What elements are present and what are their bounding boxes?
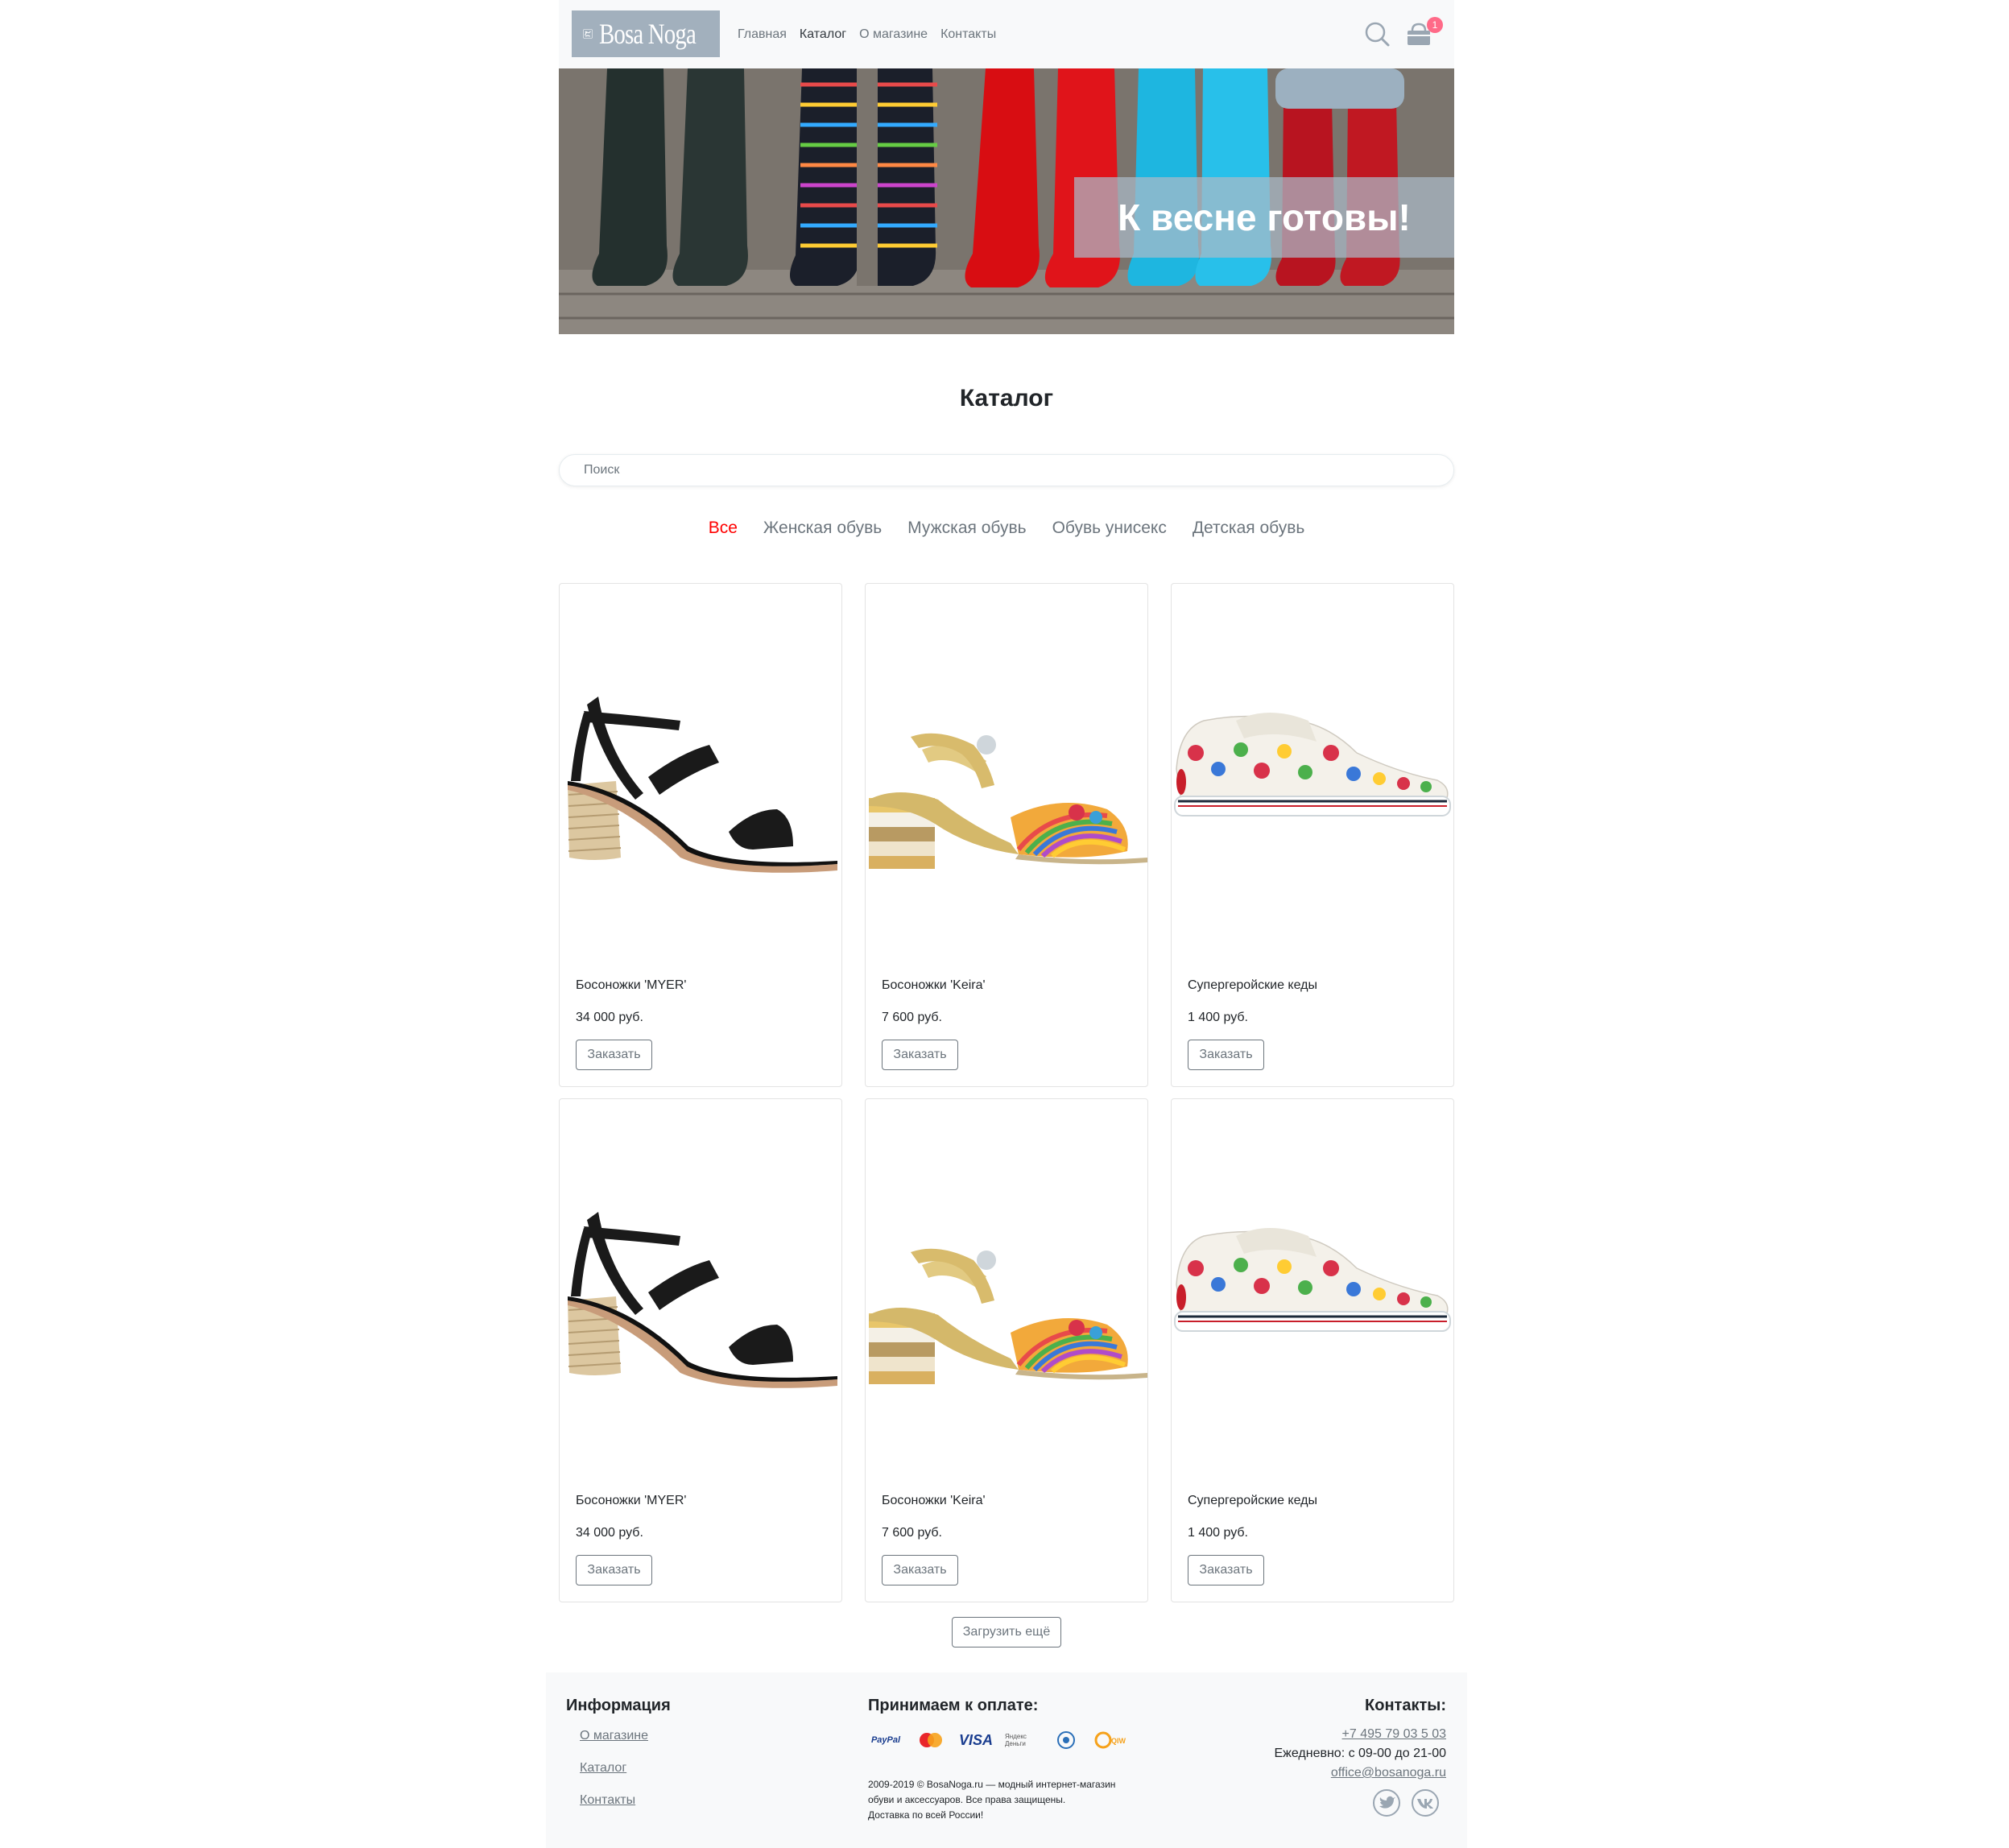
product-card: Босоножки 'MYER' 34 000 руб. Заказать <box>559 583 842 1087</box>
product-price: 1 400 руб. <box>1188 1526 1248 1540</box>
search-input[interactable]: Поиск <box>559 454 1454 486</box>
footer-link-about[interactable]: О магазине <box>580 1729 648 1743</box>
catalog-title: Каталог <box>959 385 1054 411</box>
order-button[interactable]: Заказать <box>576 1040 652 1070</box>
category-all[interactable]: Все <box>709 519 738 538</box>
logo-text: Bosa Noga <box>599 18 697 50</box>
category-women[interactable]: Женская обувь <box>763 519 882 538</box>
copyright: 2009-2019 © BosaNoga.ru — модный интерне… <box>868 1777 1158 1823</box>
product-title: Босоножки 'MYER' <box>576 1494 687 1507</box>
yandex-money-icon: Яндекс Деньги <box>1005 1733 1027 1747</box>
product-card: Босоножки 'MYER' 34 000 руб. Заказать <box>559 1098 842 1602</box>
order-button[interactable]: Заказать <box>1188 1040 1264 1070</box>
qiwi-icon: QIWI <box>1092 1730 1127 1750</box>
product-title: Босоножки 'Keira' <box>882 978 986 992</box>
svg-text:QIWI: QIWI <box>1111 1737 1126 1745</box>
product-price: 1 400 руб. <box>1188 1011 1248 1024</box>
footer-phone[interactable]: +7 495 79 03 5 03 <box>1342 1727 1446 1742</box>
search-placeholder: Поиск <box>584 463 620 477</box>
footer-link-contacts[interactable]: Контакты <box>580 1793 635 1808</box>
product-card: Супергеройские кеды 1 400 руб. Заказать <box>1171 583 1454 1087</box>
logo[interactable]: Bosa Noga <box>572 10 720 57</box>
banner-caption-text: К весне готовы! <box>1118 196 1411 238</box>
product-card: Босоножки 'Keira' 7 600 руб. Заказать <box>865 1098 1148 1602</box>
banner-caption: К весне готовы! <box>1074 177 1454 258</box>
order-button[interactable]: Заказать <box>1188 1555 1264 1585</box>
product-image-hero-sneaker[interactable] <box>1172 1164 1453 1429</box>
visa-icon: VISA <box>958 1731 993 1748</box>
product-image-hero-sneaker[interactable] <box>1172 648 1453 914</box>
product-price: 34 000 руб. <box>576 1526 643 1540</box>
cart-count-badge: 1 <box>1427 17 1443 33</box>
footer-contacts-title: Контакты: <box>1365 1697 1446 1714</box>
site-footer: Информация О магазине Каталог Контакты П… <box>546 1672 1467 1848</box>
footer-link-catalog[interactable]: Каталог <box>580 1761 626 1776</box>
product-image-gold-sandal[interactable] <box>866 1164 1147 1429</box>
webmoney-icon <box>1052 1730 1081 1750</box>
footer-info-title: Информация <box>566 1697 671 1714</box>
nav-contacts[interactable]: Контакты <box>940 27 996 42</box>
payment-methods: PayPal VISA Яндекс Деньги QIWI <box>868 1730 1127 1750</box>
product-card: Супергеройские кеды 1 400 руб. Заказать <box>1171 1098 1454 1602</box>
vk-icon[interactable] <box>1411 1788 1440 1817</box>
main-nav: Главная Каталог О магазине Контакты <box>738 0 996 68</box>
site-header: Bosa Noga Главная Каталог О магазине Кон… <box>559 0 1454 68</box>
category-kids[interactable]: Детская обувь <box>1193 519 1304 538</box>
mastercard-icon <box>915 1730 947 1750</box>
category-men[interactable]: Мужская обувь <box>907 519 1026 538</box>
nav-home[interactable]: Главная <box>738 27 787 42</box>
copyright-line: обуви и аксессуаров. Все права защищены. <box>868 1794 1066 1805</box>
load-more-button[interactable]: Загрузить ещё <box>952 1617 1061 1647</box>
logo-icon <box>583 29 593 39</box>
nav-catalog[interactable]: Каталог <box>800 27 846 42</box>
product-image-black-sandal[interactable] <box>560 648 841 914</box>
product-price: 7 600 руб. <box>882 1526 942 1540</box>
paypal-icon: PayPal <box>870 1735 901 1745</box>
copyright-line: Доставка по всей России! <box>868 1809 984 1821</box>
footer-hours: Ежедневно: с 09-00 до 21-00 <box>1274 1747 1446 1760</box>
category-filter: Все Женская обувь Мужская обувь Обувь ун… <box>559 519 1454 538</box>
footer-payment-title: Принимаем к оплате: <box>868 1697 1039 1714</box>
product-price: 7 600 руб. <box>882 1011 942 1024</box>
order-button[interactable]: Заказать <box>882 1555 958 1585</box>
product-title: Супергеройские кеды <box>1188 978 1317 992</box>
product-card: Босоножки 'Keira' 7 600 руб. Заказать <box>865 583 1148 1087</box>
product-image-black-sandal[interactable] <box>560 1164 841 1429</box>
product-title: Босоножки 'MYER' <box>576 978 687 992</box>
search-icon[interactable] <box>1362 19 1391 48</box>
order-button[interactable]: Заказать <box>576 1555 652 1585</box>
order-button[interactable]: Заказать <box>882 1040 958 1070</box>
twitter-icon[interactable] <box>1372 1788 1401 1817</box>
footer-email[interactable]: office@bosanoga.ru <box>1331 1766 1446 1780</box>
product-title: Босоножки 'Keira' <box>882 1494 986 1507</box>
copyright-line: 2009-2019 © BosaNoga.ru — модный интерне… <box>868 1779 1116 1790</box>
product-title: Супергеройские кеды <box>1188 1494 1317 1507</box>
hero-banner: К весне готовы! <box>559 68 1454 334</box>
nav-about[interactable]: О магазине <box>859 27 928 42</box>
category-unisex[interactable]: Обувь унисекс <box>1052 519 1167 538</box>
product-price: 34 000 руб. <box>576 1011 643 1024</box>
product-image-gold-sandal[interactable] <box>866 648 1147 914</box>
